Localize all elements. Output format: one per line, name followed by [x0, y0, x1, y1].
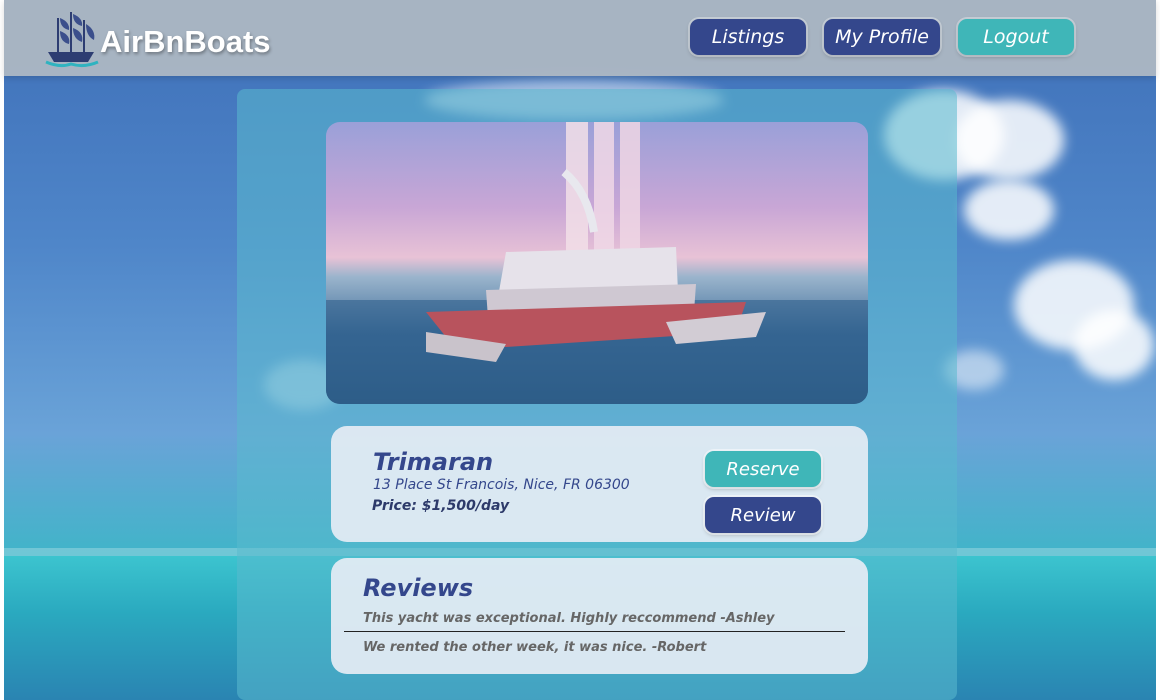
review-item: We rented the other week, it was nice. -… — [363, 640, 707, 655]
listing-title: Trimaran — [373, 448, 494, 476]
my-profile-button[interactable]: My Profile — [824, 19, 940, 55]
logout-button[interactable]: Logout — [958, 19, 1074, 55]
pirate-ship-logo-icon[interactable] — [40, 6, 102, 72]
review-divider — [344, 631, 845, 632]
brand-name[interactable]: AirBnBoats — [100, 24, 271, 60]
review-item: This yacht was exceptional. Highly recco… — [363, 611, 775, 626]
boat-photo — [326, 122, 868, 404]
listings-button[interactable]: Listings — [690, 19, 806, 55]
listing-address: 13 Place St Francois, Nice, FR 06300 — [373, 477, 630, 493]
reserve-button[interactable]: Reserve — [705, 451, 821, 487]
reviews-heading: Reviews — [363, 574, 474, 602]
review-button[interactable]: Review — [705, 497, 821, 533]
listing-price: Price: $1,500/day — [372, 498, 510, 514]
